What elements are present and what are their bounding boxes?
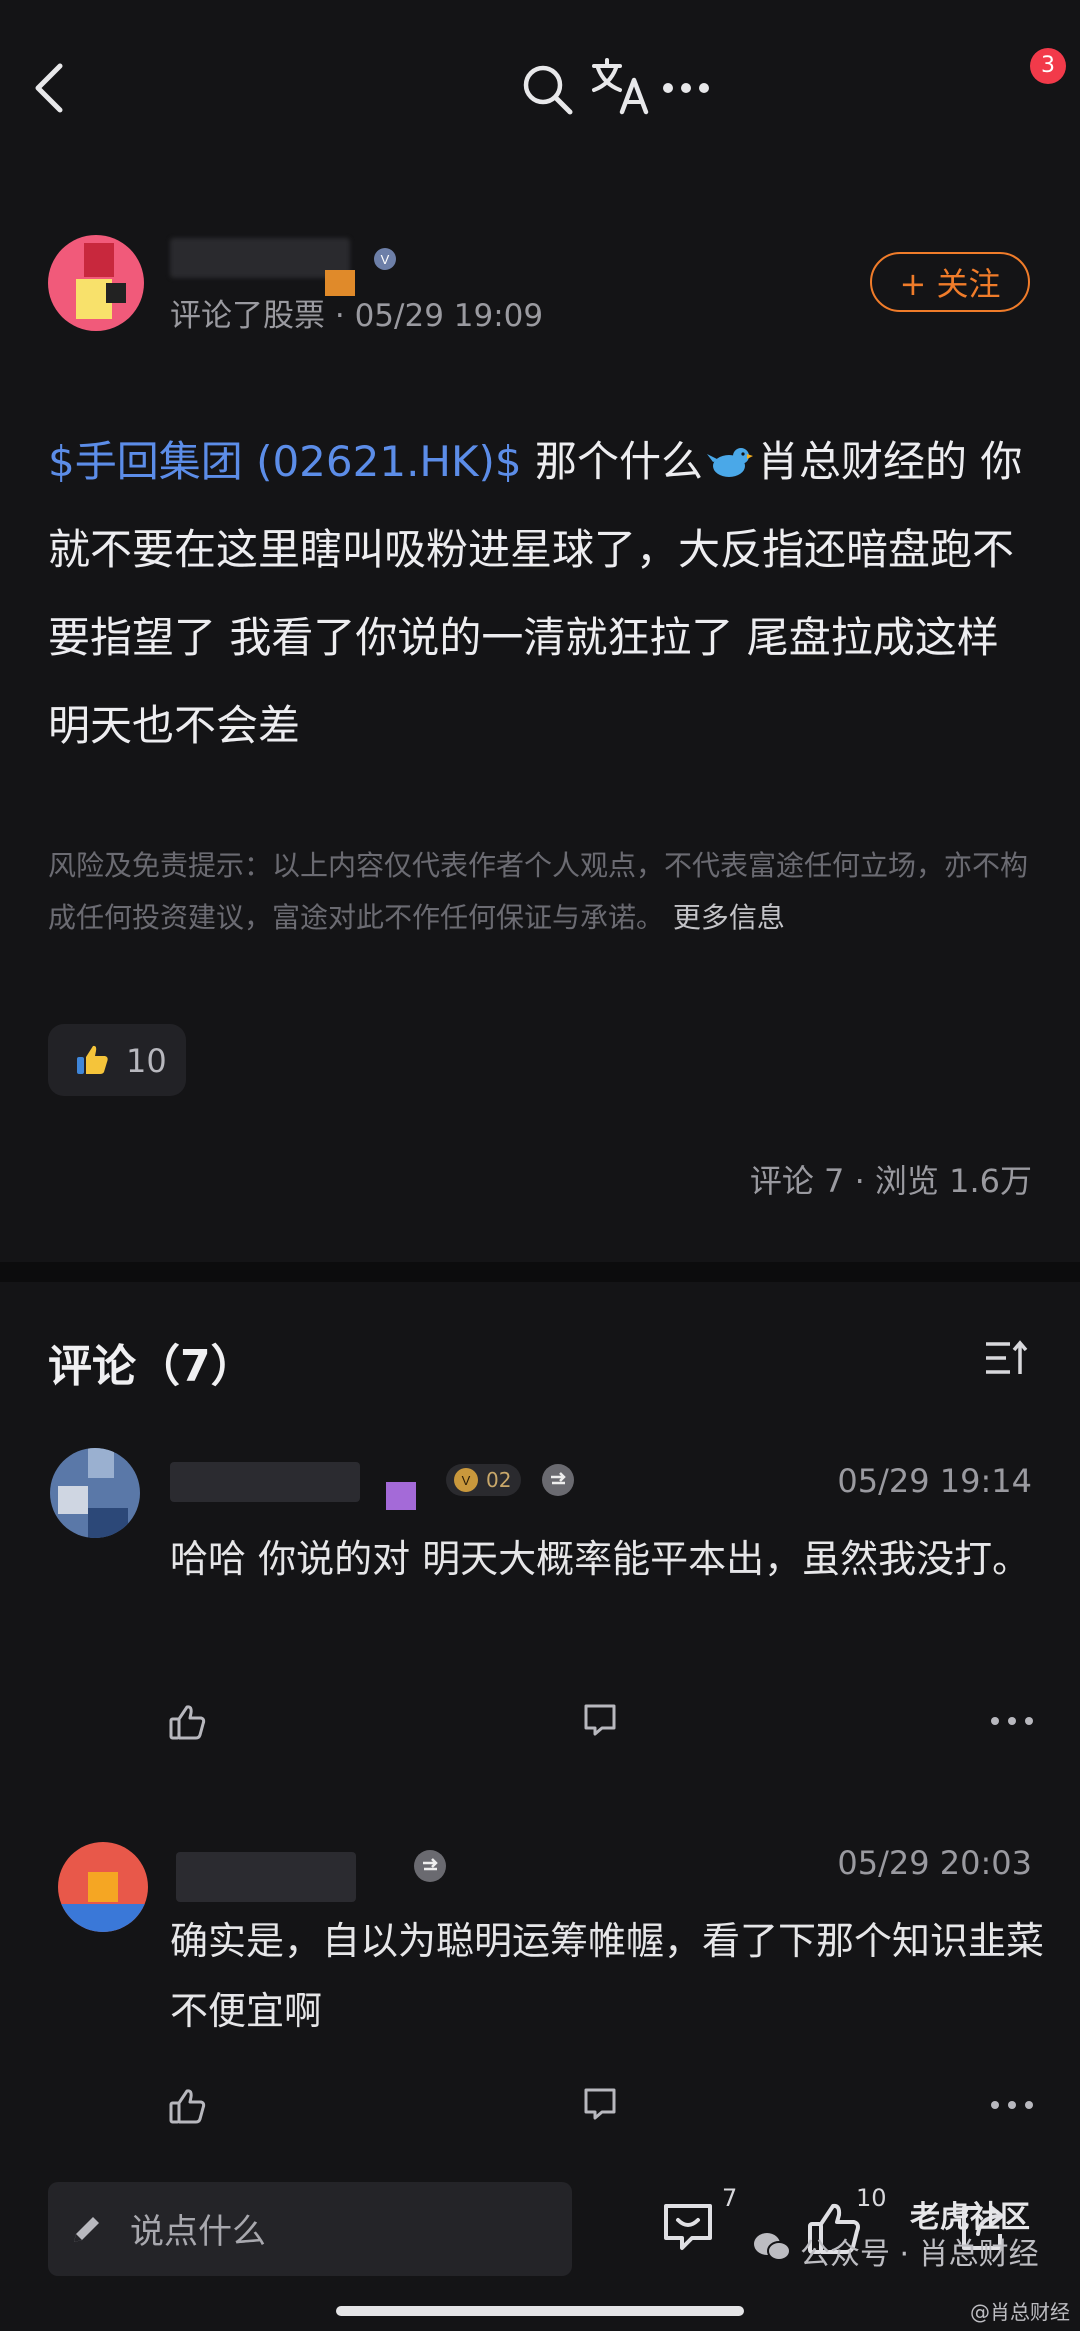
search-icon[interactable]: [520, 62, 574, 116]
post-text-part1: 那个什么: [521, 437, 704, 486]
post-time: 05/29 19:09: [354, 298, 544, 334]
svg-text:V: V: [381, 252, 390, 267]
comment-count: 7: [722, 2184, 738, 2212]
author-meta: 评论了股票 · 05/29 19:09: [170, 290, 543, 335]
home-indicator: [336, 2306, 744, 2316]
comment-text: 确实是，自以为聪明运筹帷幄，看了下那个知识韭菜不便宜啊: [170, 1919, 1045, 2033]
comment-bubble-icon[interactable]: [660, 2200, 716, 2256]
wechat-icon: [752, 2230, 792, 2264]
stock-link[interactable]: $手回集团 (02621.HK)$: [48, 437, 522, 486]
watermark-handle: @肖总财经: [970, 2300, 1070, 2324]
comment-avatar[interactable]: [58, 1842, 148, 1932]
comment-input[interactable]: [48, 2182, 572, 2276]
like-bar-count: 10: [856, 2184, 887, 2212]
forward-icon: [542, 1464, 574, 1496]
back-icon[interactable]: [30, 60, 70, 116]
bird-emoji-icon: [707, 442, 754, 482]
author-action: 评论了股票: [170, 298, 325, 334]
translate-icon[interactable]: [590, 56, 650, 116]
sort-icon[interactable]: [984, 1338, 1028, 1378]
input-placeholder: 说点什么: [130, 2212, 266, 2252]
comment-like-icon[interactable]: [168, 1702, 208, 1742]
comment-time: 05/29 19:14: [837, 1462, 1032, 1500]
post-stats: 评论 7 · 浏览 1.6万: [749, 1162, 1032, 1200]
vip-icon: V: [452, 1466, 480, 1494]
comment-reply-icon[interactable]: [582, 2086, 618, 2122]
section-divider: [0, 1262, 1080, 1282]
comment-text: 哈哈 你说的对 明天大概率能平本出，虽然我没打。: [170, 1537, 1031, 1581]
thumbs-up-emoji-icon: [74, 1042, 110, 1078]
comments-title: 评论（7）: [48, 1341, 255, 1392]
comment-time: 05/29 20:03: [837, 1844, 1032, 1882]
comment-item-2: 05/29 20:03 确实是，自以为聪明运筹帷幄，看了下那个知识韭菜不便宜啊: [0, 1818, 1080, 2148]
pencil-icon: [70, 2212, 104, 2246]
comment-item-1: 02 V 05/29 19:14 哈哈 你说的对 明天大概率能平本出，虽然我没打…: [0, 1440, 1080, 1770]
commenter-name-redacted[interactable]: [176, 1852, 356, 1902]
author-avatar[interactable]: [48, 235, 144, 331]
post-body: $手回集团 (02621.HK)$ 那个什么 肖总财经的 你就不要在这里瞎叫吸粉…: [48, 418, 1038, 770]
commenter-level-badge: [386, 1482, 416, 1510]
comment-reply-icon[interactable]: [582, 1702, 618, 1738]
watermark-community: 老虎社区: [910, 2200, 1030, 2235]
disclaimer: 风险及免责提示：以上内容仅代表作者个人观点，不代表富途任何立场，亦不构成任何投资…: [48, 840, 1038, 944]
svg-text:V: V: [462, 1473, 471, 1488]
verified-icon: V: [372, 246, 398, 272]
top-bar: 3: [0, 0, 1080, 190]
comment-avatar[interactable]: [50, 1448, 140, 1538]
forward-icon: [414, 1850, 446, 1882]
follow-button[interactable]: + 关注: [870, 252, 1030, 312]
like-count: 10: [126, 1042, 167, 1080]
comment-like-icon[interactable]: [168, 2086, 208, 2126]
notification-badge: 3: [1030, 48, 1066, 84]
vip-level: 02: [486, 1468, 512, 1492]
comment-more-icon[interactable]: [990, 2100, 1034, 2110]
disclaimer-text: 风险及免责提示：以上内容仅代表作者个人观点，不代表富途任何立场，亦不构成任何投资…: [48, 849, 1029, 934]
more-menu-icon[interactable]: [660, 80, 712, 96]
author-name-redacted[interactable]: [170, 238, 350, 278]
comment-more-icon[interactable]: [990, 1716, 1034, 1726]
more-info-link[interactable]: 更多信息: [673, 901, 785, 934]
separator-dot: ·: [334, 298, 345, 334]
commenter-name-redacted[interactable]: [170, 1462, 360, 1502]
